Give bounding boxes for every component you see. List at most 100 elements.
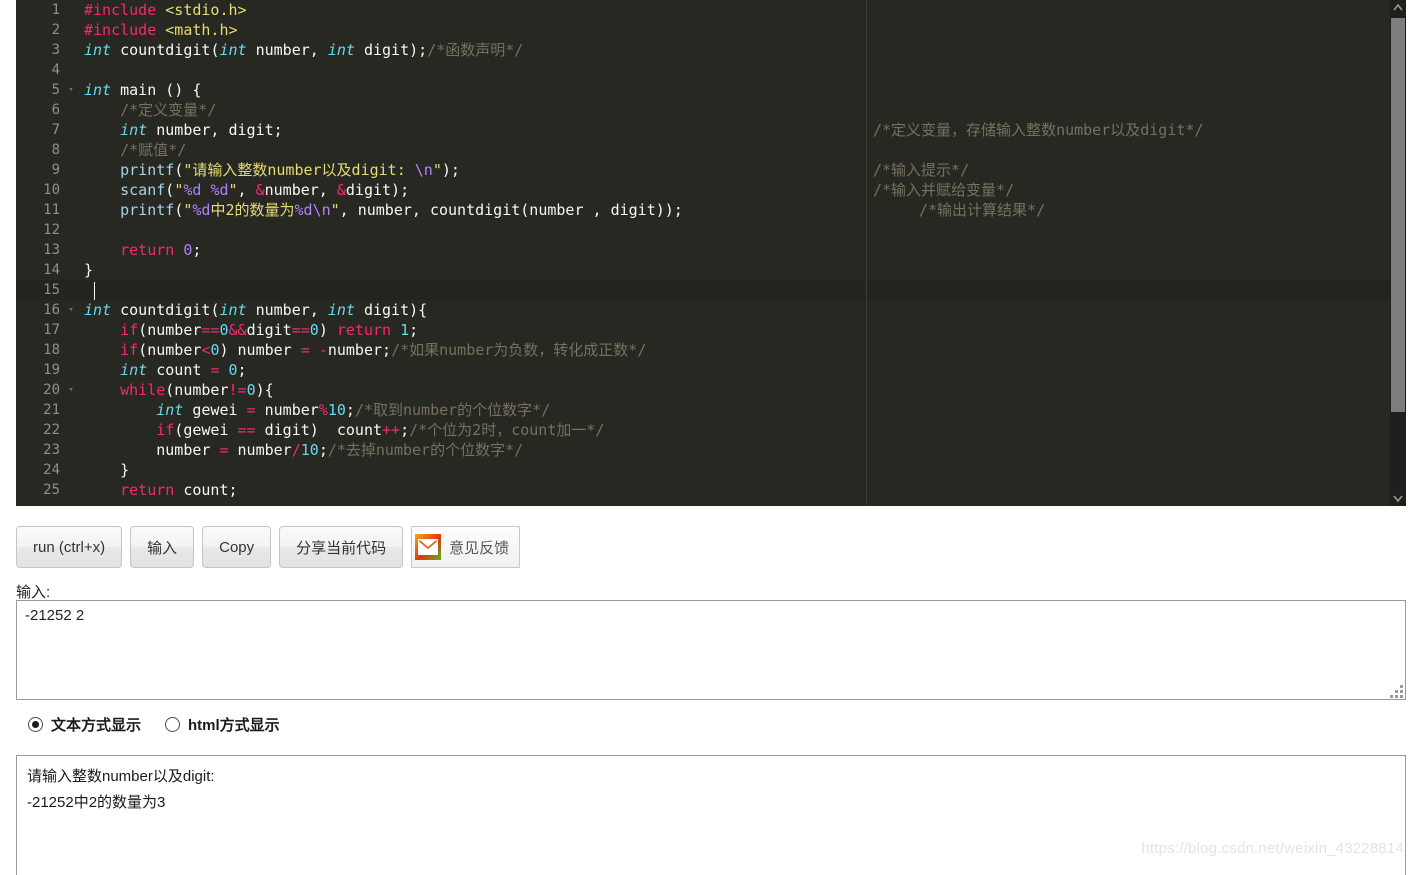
radio-html-mode[interactable]: html方式显示 [165, 714, 280, 735]
code-line-row[interactable]: 14 } [16, 260, 1406, 280]
text-caret [94, 282, 95, 300]
radio-indicator[interactable] [165, 717, 181, 732]
stdin-input[interactable] [16, 600, 1406, 700]
line-number: 11 [43, 202, 60, 218]
mail-icon [415, 534, 442, 560]
line-number: 7 [51, 122, 60, 138]
program-output[interactable]: 请输入整数number以及digit: -21252中2的数量为3 [16, 755, 1406, 875]
fold-toggle[interactable]: ▾ [64, 80, 78, 101]
code-line-text: return 0; [120, 241, 202, 259]
code-line-row[interactable]: 2 #include <math.h> [16, 20, 1406, 40]
code-line-row[interactable]: 5 ▾ int main () { [16, 80, 1406, 100]
output-line: 请输入整数number以及digit: [27, 768, 215, 785]
code-line-text: if(number<0) number = -number;/*如果number… [120, 341, 647, 359]
display-mode-group: 文本方式显示 html方式显示 [28, 714, 280, 735]
radio-indicator[interactable] [28, 717, 43, 732]
code-line-row[interactable]: 3 int countdigit(int number, int digit);… [16, 40, 1406, 60]
editor-vertical-scrollbar[interactable] [1390, 0, 1406, 506]
input-button[interactable]: 输入 [130, 526, 195, 568]
run-button[interactable]: run (ctrl+x) [16, 526, 123, 568]
code-line-row[interactable]: 23 number = number/10;/*去掉number的个位数字*/ [16, 440, 1406, 460]
code-line-row[interactable]: 16 ▾ int countdigit(int number, int digi… [16, 300, 1406, 320]
code-line-row[interactable]: 19 int count = 0; [16, 360, 1406, 380]
line-number: 10 [43, 182, 60, 198]
code-line-row-active[interactable]: 15 [16, 280, 1406, 300]
line-number: 5 [51, 82, 60, 98]
radio-html-mode-label: html方式显示 [188, 717, 280, 734]
copy-button[interactable]: Copy [202, 526, 272, 568]
feedback-label: 意见反馈 [449, 539, 510, 557]
code-line-text: int number, digit; [120, 121, 283, 139]
code-line-row[interactable]: 17 if(number==0&&digit==0) return 1; [16, 320, 1406, 340]
line-number: 14 [43, 262, 60, 278]
code-line-text: int gewei = number%10;/*取到number的个位数字*/ [156, 401, 551, 419]
code-line-row[interactable]: 10 scanf("%d %d", &number, &digit); [16, 180, 1406, 200]
code-line-text: #include <math.h> [84, 21, 238, 39]
scrollbar-thumb[interactable] [1391, 18, 1405, 412]
code-line-row[interactable]: 1 #include <stdio.h> [16, 0, 1406, 20]
line-number: 23 [43, 442, 60, 458]
code-line-text: } [84, 261, 94, 279]
code-line-row[interactable]: 25 return count; [16, 480, 1406, 500]
code-line-text: } [84, 461, 130, 479]
code-editor-panel[interactable]: 1 #include <stdio.h> 2 #include <math.h>… [0, 0, 1422, 506]
code-line-text: int main () { [84, 81, 202, 99]
code-line-text: while(number!=0){ [120, 381, 274, 399]
code-line-row[interactable]: 13 return 0; [16, 240, 1406, 260]
line-number: 15 [43, 282, 60, 298]
code-line-row[interactable]: 18 if(number<0) number = -number;/*如果num… [16, 340, 1406, 360]
code-line-row[interactable]: 8 /*赋值*/ [16, 140, 1406, 160]
line-number: 1 [51, 2, 60, 18]
code-line-text: int countdigit(int number, int digit);/*… [84, 41, 524, 59]
output-line: -21252中2的数量为3 [27, 794, 166, 811]
code-line-row[interactable]: 7 int number, digit; [16, 120, 1406, 140]
stdin-label: 输入: [16, 584, 51, 601]
code-editor[interactable]: 1 #include <stdio.h> 2 #include <math.h>… [16, 0, 1406, 506]
line-number: 25 [43, 482, 60, 498]
code-line-row[interactable]: 11 printf("%d中2的数量为%d\n", number, countd… [16, 200, 1406, 220]
action-toolbar: run (ctrl+x) 输入 Copy 分享当前代码 意见反馈 [16, 526, 521, 568]
code-line-text: int countdigit(int number, int digit){ [84, 301, 428, 319]
code-line-row[interactable]: 22 if(gewei == digit) count++;/*个位为2时，co… [16, 420, 1406, 440]
feedback-button[interactable]: 意见反馈 [411, 526, 521, 568]
line-number: 4 [51, 62, 60, 78]
code-line-text: printf("%d中2的数量为%d\n", number, countdigi… [120, 201, 683, 219]
radio-text-mode-label: 文本方式显示 [51, 717, 142, 734]
share-code-button[interactable]: 分享当前代码 [279, 526, 404, 568]
code-line-row[interactable]: 4 [16, 60, 1406, 80]
code-line-text: printf("请输入整数number以及digit: \n"); [120, 161, 460, 179]
code-line-row[interactable]: 20 ▾ while(number!=0){ [16, 380, 1406, 400]
code-line-text: /*定义变量*/ [120, 101, 217, 119]
code-line-row[interactable]: 24 } [16, 460, 1406, 480]
line-number: 13 [43, 242, 60, 258]
radio-text-mode[interactable]: 文本方式显示 [28, 714, 141, 735]
code-line-row[interactable]: 9 printf("请输入整数number以及digit: \n"); [16, 160, 1406, 180]
fold-toggle[interactable]: ▾ [64, 300, 78, 321]
line-number: 21 [43, 402, 60, 418]
line-number: 9 [51, 162, 60, 178]
line-number: 8 [51, 142, 60, 158]
line-number: 6 [51, 102, 60, 118]
code-line-text: int count = 0; [120, 361, 247, 379]
scroll-down-icon[interactable] [1390, 490, 1406, 506]
code-line-text: /*赋值*/ [120, 141, 187, 159]
code-line-row[interactable]: 6 /*定义变量*/ [16, 100, 1406, 120]
line-number: 3 [51, 42, 60, 58]
code-line-text: if(gewei == digit) count++;/*个位为2时，count… [156, 421, 605, 439]
line-number: 18 [43, 342, 60, 358]
watermark: https://blog.csdn.net/weixin_43228814 [1141, 840, 1404, 857]
code-line-row[interactable]: 21 int gewei = number%10;/*取到number的个位数字… [16, 400, 1406, 420]
scroll-up-icon[interactable] [1390, 0, 1406, 16]
code-line-text: number = number/10;/*去掉number的个位数字*/ [84, 441, 524, 459]
line-number: 16 [43, 302, 60, 318]
code-line-text: return count; [120, 481, 238, 499]
line-number: 19 [43, 362, 60, 378]
code-line-row[interactable]: 12 [16, 220, 1406, 240]
line-number: 2 [51, 22, 60, 38]
fold-toggle[interactable]: ▾ [64, 380, 78, 401]
code-line-text: #include <stdio.h> [84, 1, 247, 19]
line-number: 24 [43, 462, 60, 478]
